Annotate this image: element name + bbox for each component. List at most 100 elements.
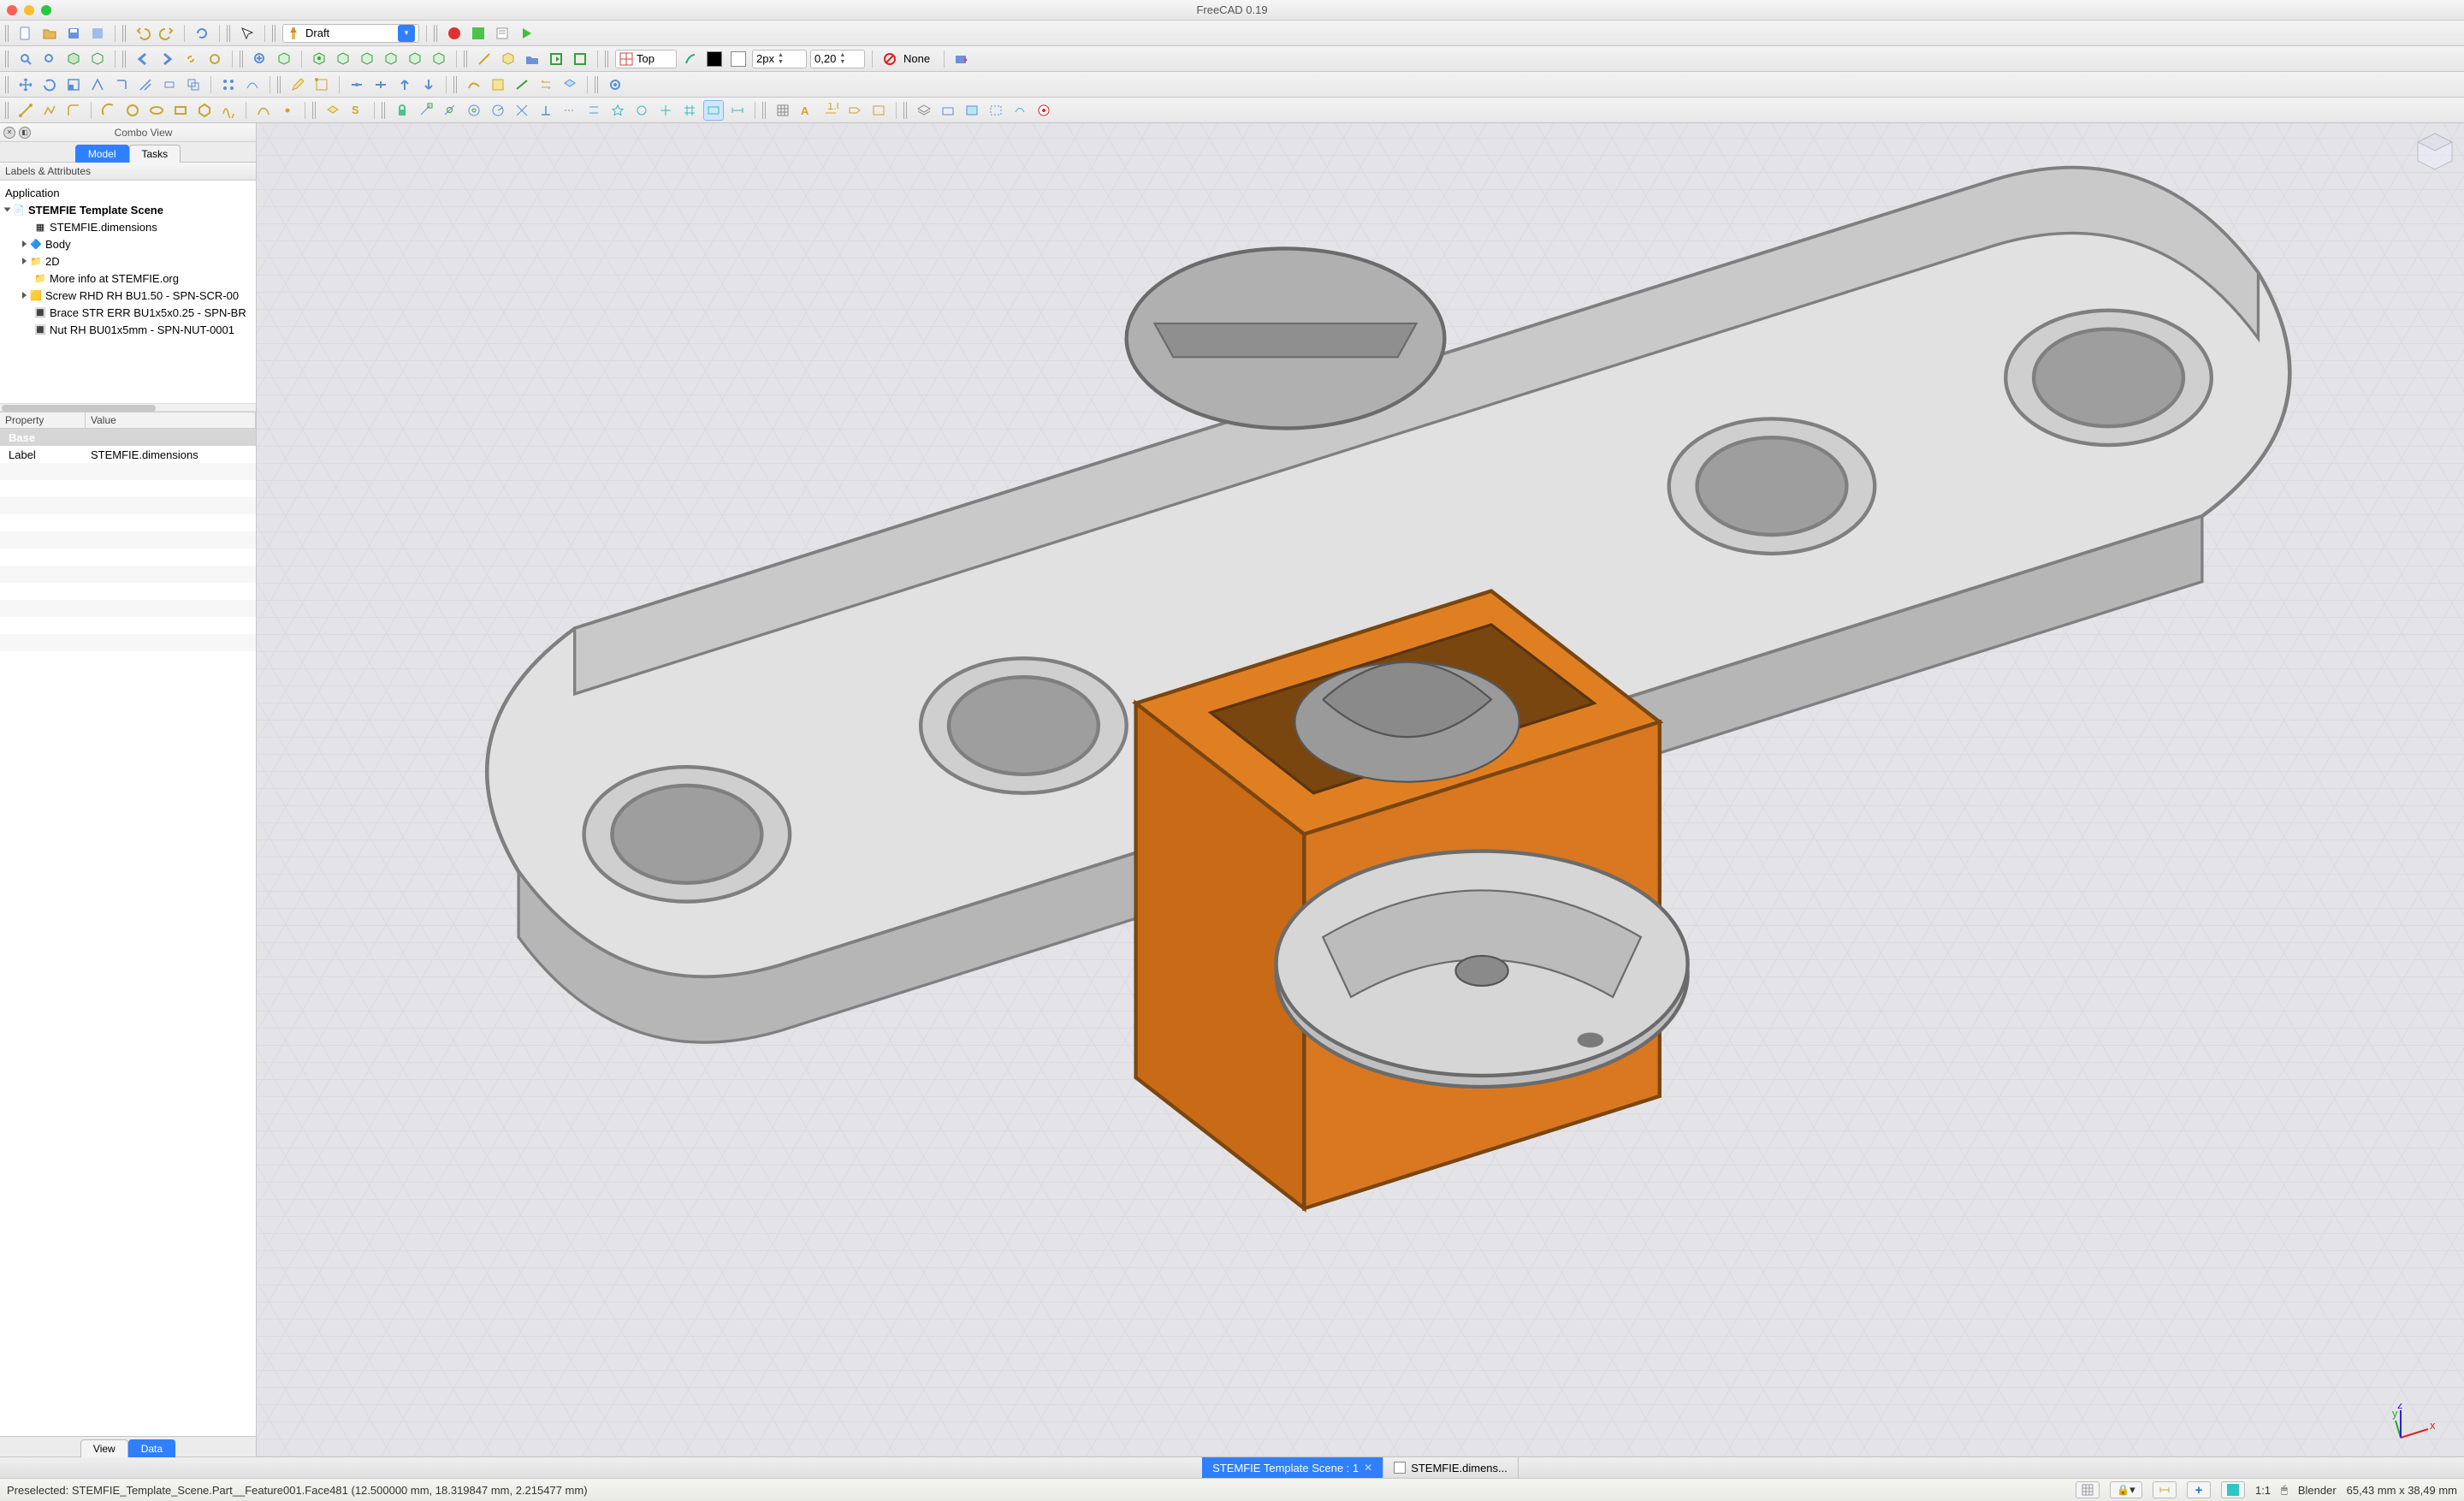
tab-model[interactable]: Model <box>75 145 129 163</box>
tree-item[interactable]: ▦STEMFIE.dimensions <box>0 218 256 235</box>
draft-ellipse-button[interactable] <box>146 100 167 121</box>
view-menu-button[interactable] <box>87 49 108 69</box>
heal-red-button[interactable] <box>1034 100 1054 121</box>
snap-near-button[interactable] <box>631 100 652 121</box>
model-tree[interactable]: Application 📄 STEMFIE Template Scene ▦ST… <box>0 181 256 403</box>
autogroup-button[interactable] <box>951 49 972 69</box>
snap-center-button[interactable] <box>464 100 484 121</box>
link-button[interactable] <box>181 49 201 69</box>
preferences-button[interactable] <box>605 74 625 95</box>
snap-workingplane-button[interactable] <box>703 100 724 121</box>
view-iso-button[interactable] <box>274 49 294 69</box>
snap-grid-button[interactable] <box>679 100 700 121</box>
tree-horizontal-scrollbar[interactable] <box>0 403 256 412</box>
view-rear-button[interactable] <box>381 49 401 69</box>
nav-back-button[interactable] <box>133 49 153 69</box>
properties-table[interactable]: Base LabelSTEMFIE.dimensions <box>0 429 256 1436</box>
draft-bezier-button[interactable] <box>253 100 274 121</box>
status-dimensions-button[interactable] <box>2153 1481 2177 1498</box>
heal-button[interactable] <box>1010 100 1030 121</box>
toolbar-gripper[interactable] <box>903 102 909 119</box>
snap-special-button[interactable] <box>607 100 628 121</box>
zoom-selection-button[interactable] <box>39 49 60 69</box>
toolbar-gripper[interactable] <box>605 50 610 68</box>
toolbar-gripper[interactable] <box>382 102 387 119</box>
group-button[interactable] <box>522 49 542 69</box>
isometric-view-button[interactable] <box>63 49 84 69</box>
tab-data[interactable]: Data <box>128 1439 175 1457</box>
color-black-swatch[interactable] <box>704 49 725 69</box>
disclosure-icon[interactable] <box>22 258 27 264</box>
layer-button[interactable] <box>914 100 934 121</box>
subelement-button[interactable] <box>311 74 332 95</box>
tree-item[interactable]: 🔷Body <box>0 235 256 252</box>
tree-doc[interactable]: 📄 STEMFIE Template Scene <box>0 201 256 218</box>
tree-item[interactable]: 🟨Screw RHD RH BU1.50 - SPN-SCR-00 <box>0 287 256 304</box>
snap-ortho-button[interactable] <box>655 100 676 121</box>
zoom-in-button[interactable] <box>250 49 270 69</box>
draft-point-button[interactable] <box>277 100 298 121</box>
status-zoom[interactable]: 1:1 <box>2255 1484 2271 1497</box>
move-tool-button[interactable] <box>15 74 36 95</box>
no-style-button[interactable] <box>880 49 900 69</box>
toggle-display-button[interactable] <box>962 100 982 121</box>
join-tool-button[interactable] <box>346 74 367 95</box>
draft-bspline-button[interactable] <box>218 100 239 121</box>
toolbar-gripper[interactable] <box>272 25 277 42</box>
disclosure-icon[interactable] <box>22 292 27 299</box>
annotation-style-button[interactable] <box>868 100 889 121</box>
view-right-button[interactable] <box>357 49 377 69</box>
status-wp-button[interactable] <box>2221 1481 2245 1498</box>
toolbar-gripper[interactable] <box>434 25 439 42</box>
shape2dview-button[interactable] <box>560 74 580 95</box>
navigation-cube[interactable] <box>2409 127 2461 178</box>
new-file-button[interactable] <box>15 23 36 44</box>
doctab-dimensions[interactable]: STEMFIE.dimens... <box>1383 1457 1519 1478</box>
window-minimize-button[interactable] <box>24 5 34 15</box>
toolbar-gripper[interactable] <box>312 102 317 119</box>
snap-perpendicular-button[interactable] <box>536 100 556 121</box>
tab-tasks[interactable]: Tasks <box>129 145 181 163</box>
working-plane-proxy-button[interactable] <box>938 100 958 121</box>
macro-record-button[interactable] <box>444 23 465 44</box>
toolbar-gripper[interactable] <box>122 25 127 42</box>
save-button[interactable] <box>63 23 84 44</box>
link-actions-button[interactable] <box>570 49 590 69</box>
property-group-base[interactable]: Base <box>0 429 256 446</box>
tree-item[interactable]: 🔳Nut RH BU01x5mm - SPN-NUT-0001 <box>0 321 256 338</box>
3d-viewport[interactable]: x y z <box>257 123 2464 1457</box>
wire-to-bspline-button[interactable] <box>464 74 484 95</box>
link-all-button[interactable] <box>204 49 225 69</box>
status-navstyle[interactable]: Blender <box>2298 1484 2337 1497</box>
disclosure-icon[interactable] <box>4 208 11 212</box>
close-icon[interactable]: ✕ <box>1364 1462 1372 1474</box>
wp-top-select[interactable]: Top <box>615 50 677 68</box>
redo-button[interactable] <box>157 23 177 44</box>
snap-dimensions-button[interactable] <box>727 100 748 121</box>
toolbar-gripper[interactable] <box>595 76 600 93</box>
status-snap-button[interactable]: 🔒 ▾ <box>2110 1481 2142 1498</box>
whats-this-button[interactable] <box>237 23 258 44</box>
status-grid-button[interactable] <box>2076 1481 2100 1498</box>
toolbar-gripper[interactable] <box>464 50 469 68</box>
tree-item[interactable]: 🔳Brace STR ERR BU1x5x0.25 - SPN-BR <box>0 304 256 321</box>
draft-to-sketch-button[interactable] <box>488 74 508 95</box>
snap-extension-button[interactable] <box>560 100 580 121</box>
toolbar-gripper[interactable] <box>5 50 10 68</box>
macro-list-button[interactable] <box>492 23 512 44</box>
scale-tool-button[interactable] <box>63 74 84 95</box>
draft-fillet-button[interactable] <box>63 100 84 121</box>
toolbar-gripper[interactable] <box>227 25 232 42</box>
toggle-grid-button[interactable] <box>773 100 793 121</box>
add-construction-button[interactable] <box>986 100 1006 121</box>
toolbar-gripper[interactable] <box>5 76 10 93</box>
measure-distance-button[interactable] <box>474 49 495 69</box>
view-bottom-button[interactable] <box>405 49 425 69</box>
clone-tool-button[interactable] <box>183 74 204 95</box>
undo-button[interactable] <box>133 23 153 44</box>
toolbar-gripper[interactable] <box>5 102 10 119</box>
snap-lock-button[interactable] <box>392 100 412 121</box>
macro-stop-button[interactable] <box>468 23 489 44</box>
snap-intersection-button[interactable] <box>512 100 532 121</box>
draft-shapestring-button[interactable]: S <box>346 100 367 121</box>
